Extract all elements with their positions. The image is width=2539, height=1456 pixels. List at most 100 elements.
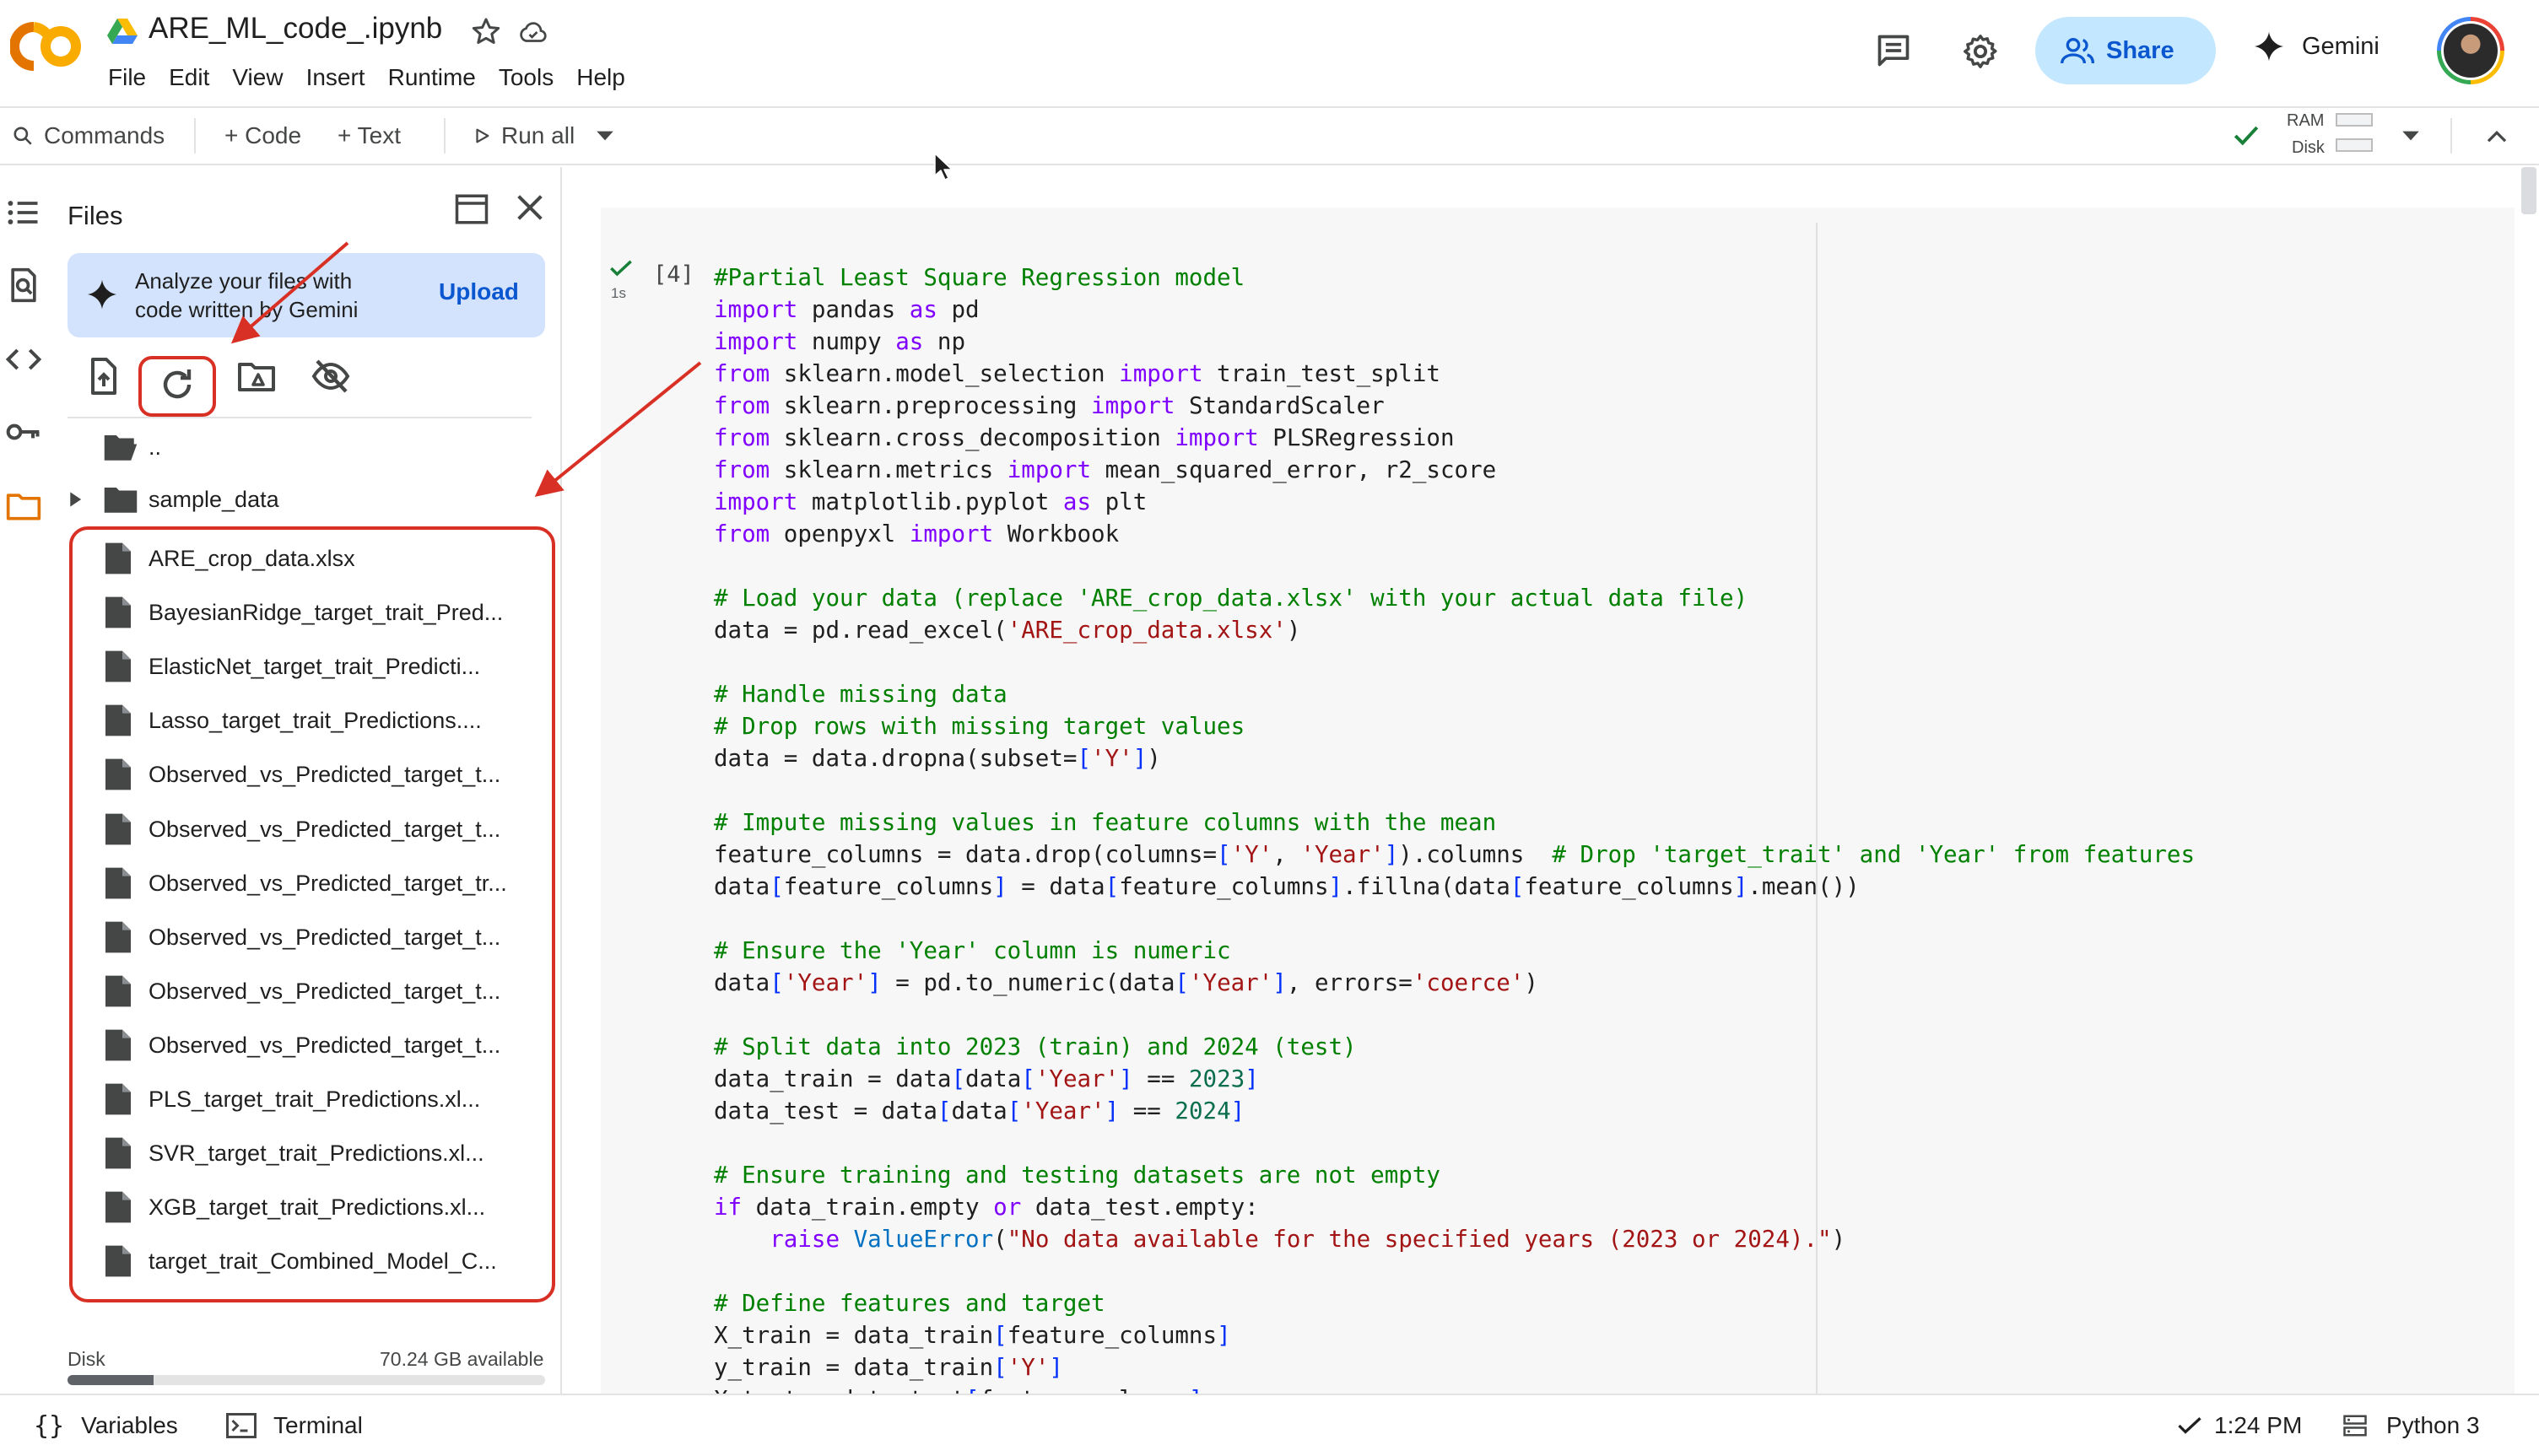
table-of-contents-icon[interactable] <box>5 194 42 231</box>
avatar[interactable] <box>2437 17 2504 84</box>
notebook-title[interactable]: ARE_ML_code_.ipynb <box>149 12 442 46</box>
left-rail <box>0 167 47 1394</box>
refresh-annotation-box <box>138 356 216 417</box>
status-bar: {} Variables Terminal 1:24 PM Python 3 <box>0 1394 2539 1456</box>
execution-success-icon <box>610 260 632 277</box>
check-icon <box>2178 1417 2201 1434</box>
folder-icon <box>104 488 138 513</box>
file-icon <box>105 1191 131 1223</box>
disk-usage-bar <box>68 1375 545 1385</box>
commands-button[interactable]: Commands <box>12 108 165 164</box>
mount-drive-icon[interactable] <box>236 356 277 396</box>
menu-edit[interactable]: Edit <box>169 64 209 91</box>
file-row[interactable]: PLS_target_trait_Predictions.xl... <box>49 1072 562 1126</box>
scrollbar-thumb[interactable] <box>2521 167 2536 214</box>
parent-directory-label: .. <box>149 434 162 460</box>
file-row[interactable]: Observed_vs_Predicted_target_t... <box>49 964 562 1018</box>
find-in-page-icon[interactable] <box>5 267 42 304</box>
key-icon[interactable] <box>5 413 42 450</box>
file-row[interactable]: SVR_target_trait_Predictions.xl... <box>49 1126 562 1180</box>
server-icon <box>2343 1415 2367 1437</box>
run-all-button[interactable]: Run all <box>473 108 575 164</box>
disk-meter <box>2336 138 2373 152</box>
code-cell[interactable]: 1s [4] #Partial Least Square Regression … <box>601 208 2515 1394</box>
file-icon <box>105 1083 131 1115</box>
file-name: target_trait_Combined_Model_C... <box>149 1248 497 1274</box>
parent-directory-row[interactable]: .. <box>49 420 562 474</box>
folder-open-icon <box>104 435 138 461</box>
add-text-button[interactable]: + Text <box>338 108 401 164</box>
google-drive-icon[interactable] <box>106 17 138 46</box>
menu-tools[interactable]: Tools <box>499 64 554 91</box>
files-panel-title: Files <box>68 201 123 230</box>
runtime-status[interactable]: Python 3 <box>2342 1395 2480 1456</box>
gemini-sparkle-icon <box>2254 31 2284 62</box>
file-icon <box>105 1245 131 1277</box>
colab-logo[interactable] <box>10 20 83 73</box>
file-name: Observed_vs_Predicted_target_t... <box>149 978 501 1004</box>
file-icon <box>105 704 131 736</box>
folder-name: sample_data <box>149 486 279 512</box>
comment-icon[interactable] <box>1875 32 1912 69</box>
close-icon[interactable] <box>513 191 547 224</box>
hidden-files-icon[interactable] <box>311 356 351 396</box>
connected-check-icon[interactable] <box>2231 121 2261 150</box>
file-row[interactable]: BayesianRidge_target_trait_Pred... <box>49 585 562 639</box>
file-name: SVR_target_trait_Predictions.xl... <box>149 1140 484 1166</box>
file-row[interactable]: Observed_vs_Predicted_target_t... <box>49 910 562 964</box>
file-name: Observed_vs_Predicted_target_t... <box>149 761 501 787</box>
share-button[interactable]: Share <box>2035 17 2216 84</box>
folder-row-sample-data[interactable]: sample_data <box>49 472 562 526</box>
last-run-time: 1:24 PM <box>2214 1412 2303 1438</box>
gemini-button[interactable]: Gemini <box>2253 30 2380 62</box>
file-row[interactable]: Observed_vs_Predicted_target_t... <box>49 1018 562 1072</box>
resources-dropdown-icon[interactable] <box>2400 127 2422 145</box>
people-icon <box>2061 37 2094 64</box>
notebook-toolbar: Commands + Code + Text Run all <box>0 106 2539 165</box>
file-row[interactable]: Observed_vs_Predicted_target_t... <box>49 802 562 856</box>
file-name: Observed_vs_Predicted_target_t... <box>149 816 501 842</box>
star-icon[interactable] <box>469 15 503 49</box>
line-length-ruler <box>1816 223 1818 1394</box>
file-name: BayesianRidge_target_trait_Pred... <box>149 599 504 625</box>
code-editor[interactable]: #Partial Least Square Regression model i… <box>714 262 2195 1394</box>
code-snippets-icon[interactable] <box>5 341 42 378</box>
notebook-area: 1s [4] #Partial Least Square Regression … <box>564 167 2539 1394</box>
menu-runtime[interactable]: Runtime <box>388 64 476 91</box>
menu-help[interactable]: Help <box>576 64 625 91</box>
file-row[interactable]: ElasticNet_target_trait_Predicti... <box>49 639 562 693</box>
open-in-tab-icon[interactable] <box>454 192 489 226</box>
file-row[interactable]: Lasso_target_trait_Predictions.... <box>49 693 562 747</box>
menu-insert[interactable]: Insert <box>306 64 365 91</box>
expand-arrow-icon[interactable] <box>68 491 83 508</box>
disk-footer-label: Disk <box>68 1348 105 1370</box>
file-row[interactable]: Observed_vs_Predicted_target_t... <box>49 747 562 801</box>
cloud-saved-icon[interactable] <box>516 17 550 47</box>
execution-count: [4] <box>653 262 694 288</box>
run-all-dropdown-icon[interactable] <box>594 127 616 145</box>
variables-icon: {} <box>34 1410 65 1441</box>
disk-available: 70.24 GB available <box>380 1348 544 1370</box>
file-row[interactable]: ARE_crop_data.xlsx <box>49 531 562 585</box>
gear-icon[interactable] <box>1961 32 2000 71</box>
file-name: ARE_crop_data.xlsx <box>149 545 355 571</box>
file-row[interactable]: XGB_target_trait_Predictions.xl... <box>49 1180 562 1234</box>
collapse-header-icon[interactable] <box>2484 125 2509 147</box>
file-row[interactable]: Observed_vs_Predicted_target_tr... <box>49 856 562 910</box>
upload-button[interactable]: Upload <box>439 278 519 305</box>
execution-time: 1s <box>611 285 626 301</box>
add-code-button[interactable]: + Code <box>224 108 301 164</box>
folder-icon[interactable] <box>5 488 42 525</box>
file-row[interactable]: target_trait_Combined_Model_C... <box>49 1234 562 1288</box>
disk-label: Disk <box>2292 138 2325 157</box>
variables-button[interactable]: {} Variables <box>34 1395 178 1456</box>
share-label: Share <box>2106 36 2174 64</box>
upload-file-icon[interactable] <box>83 356 123 396</box>
menu-view[interactable]: View <box>232 64 283 91</box>
file-name: Lasso_target_trait_Predictions.... <box>149 707 482 733</box>
last-run-status[interactable]: 1:24 PM <box>2177 1395 2302 1456</box>
menu-file[interactable]: File <box>108 64 146 91</box>
gemini-label: Gemini <box>2302 32 2380 60</box>
files-panel: Files Analyze your files with code writt… <box>49 167 562 1394</box>
terminal-button[interactable]: Terminal <box>226 1395 363 1456</box>
